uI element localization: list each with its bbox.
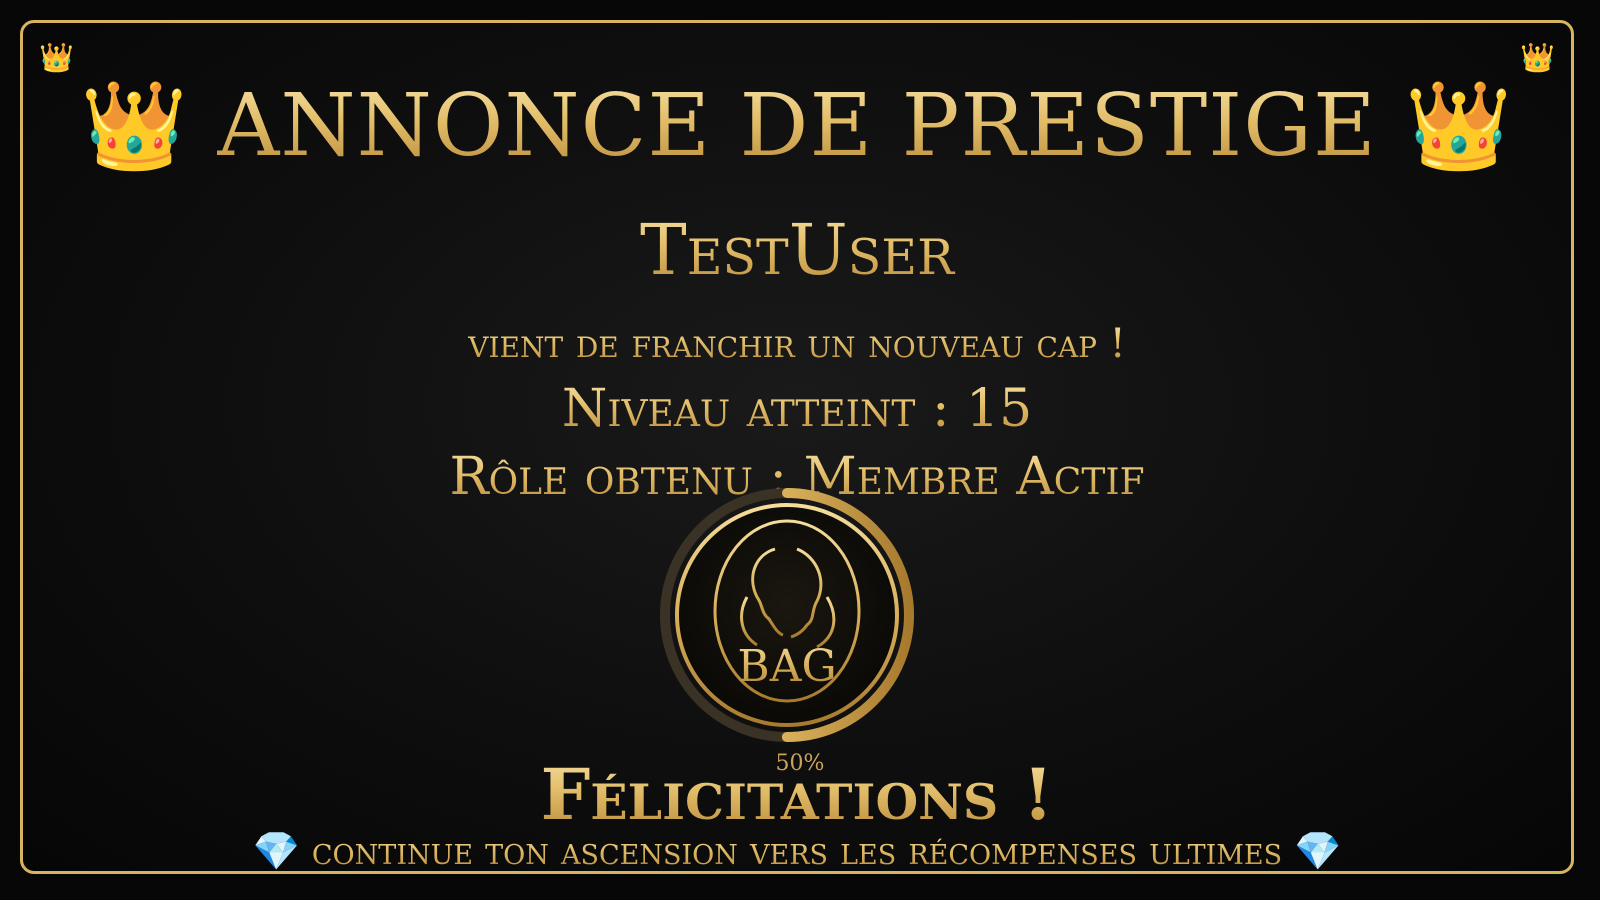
announcement-card: 👑 👑 👑 ANNONCE DE PRESTIGE 👑 TestUser vie… bbox=[20, 20, 1574, 874]
footer-text: continue ton ascension vers les récompen… bbox=[311, 829, 1283, 873]
username: TestUser bbox=[23, 209, 1571, 291]
announcement-title: ANNONCE DE PRESTIGE bbox=[217, 76, 1377, 176]
progress-percent-label: 50% bbox=[775, 751, 825, 776]
crown-icon: 👑 bbox=[1405, 76, 1514, 176]
milestone-subtitle: vient de franchir un nouveau cap ! bbox=[23, 321, 1571, 367]
level-reached: Niveau atteint : 15 bbox=[23, 379, 1571, 439]
gem-icon: 💎 bbox=[252, 829, 300, 873]
crown-icon: 👑 bbox=[39, 41, 74, 74]
gem-icon: 💎 bbox=[1294, 829, 1342, 873]
progress-ring: BAG bbox=[660, 488, 914, 742]
announcement-title-row: 👑 ANNONCE DE PRESTIGE 👑 bbox=[23, 75, 1571, 176]
crown-icon: 👑 bbox=[80, 76, 189, 176]
progress-badge: BAG bbox=[657, 485, 917, 745]
badge-text: BAG bbox=[737, 641, 836, 692]
crown-icon: 👑 bbox=[1520, 41, 1555, 74]
footer-row: 💎 continue ton ascension vers les récomp… bbox=[23, 829, 1571, 873]
medal-outer-ring bbox=[675, 503, 899, 727]
